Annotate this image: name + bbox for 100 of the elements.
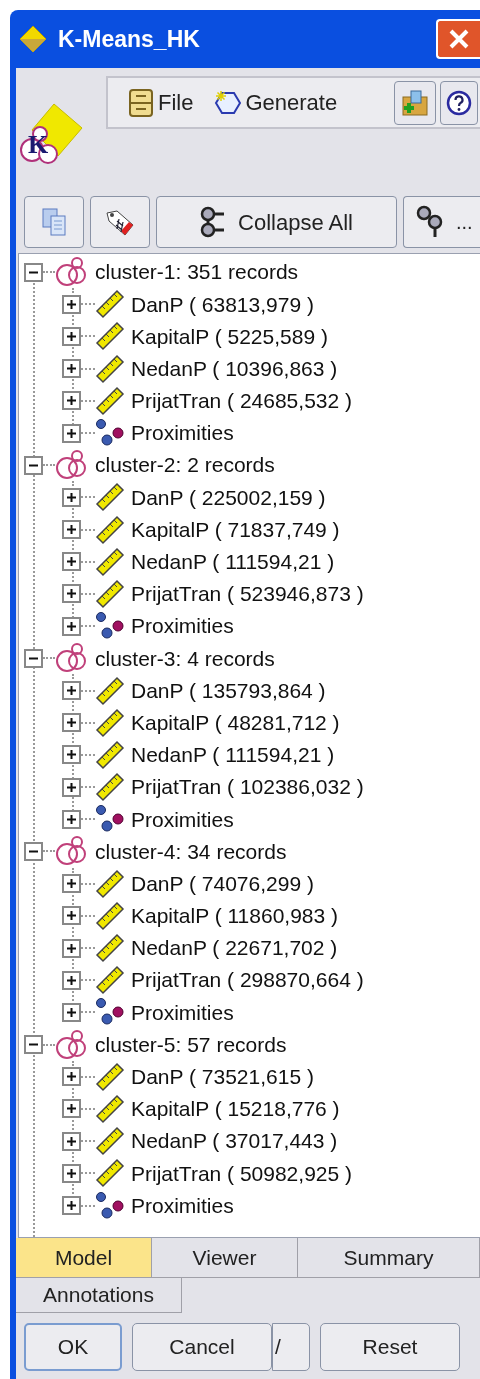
plus-icon <box>66 588 77 600</box>
cluster-label[interactable]: cluster-1: 351 records <box>95 256 299 288</box>
field-label[interactable]: PrijatTran ( 24685,532 ) <box>131 385 352 417</box>
proximities-label[interactable]: Proximities <box>131 610 234 642</box>
collapse-toggle[interactable] <box>24 1035 43 1055</box>
field-label[interactable]: DanP ( 73521,615 ) <box>131 1061 314 1093</box>
field-label[interactable]: DanP ( 225002,159 ) <box>131 481 326 514</box>
field-label[interactable]: NedanP ( 37017,443 ) <box>131 1125 338 1157</box>
diamond-icon <box>18 24 48 54</box>
dialog-button[interactable]: OK <box>24 1323 122 1371</box>
plus-icon <box>66 974 77 986</box>
ruler-icon <box>95 514 125 545</box>
field-label[interactable]: DanP ( 135793,864 ) <box>131 674 326 707</box>
expand-toggle[interactable] <box>62 713 81 733</box>
tag-button[interactable] <box>90 196 150 248</box>
dialog-button[interactable]: Cancel <box>132 1323 272 1371</box>
plus-icon <box>66 1135 77 1147</box>
dots-icon <box>95 611 125 642</box>
more-button[interactable]: ... <box>403 196 480 248</box>
expand-toggle[interactable] <box>62 681 81 701</box>
field-label[interactable]: NedanP ( 111594,21 ) <box>131 546 335 578</box>
proximities-label[interactable]: Proximities <box>131 803 234 836</box>
ruler-icon <box>95 1126 125 1157</box>
expand-toggle[interactable] <box>62 1163 81 1183</box>
expand-toggle[interactable] <box>62 745 81 765</box>
dots-icon <box>95 1190 125 1221</box>
ruler-icon <box>95 1093 125 1124</box>
ruler-icon <box>95 385 125 416</box>
copy-button[interactable] <box>24 196 84 248</box>
expand-toggle[interactable] <box>62 391 81 411</box>
tab[interactable]: Annotations <box>16 1278 182 1313</box>
ruler-icon <box>95 353 125 384</box>
field-label[interactable]: PrijatTran ( 50982,925 ) <box>131 1157 352 1190</box>
tab[interactable]: Model <box>16 1238 152 1277</box>
expand-toggle[interactable] <box>62 584 81 604</box>
cluster-label[interactable]: cluster-5: 57 records <box>95 1028 287 1061</box>
expand-toggle[interactable] <box>62 294 81 314</box>
expand-toggle[interactable] <box>62 1196 81 1216</box>
field-label[interactable]: KapitalP ( 5225,589 ) <box>131 320 328 353</box>
field-label[interactable]: NedanP ( 22671,702 ) <box>131 932 338 964</box>
plus-icon <box>66 781 77 793</box>
plus-icon <box>66 1200 77 1212</box>
help-button[interactable] <box>440 80 478 125</box>
expand-toggle[interactable] <box>62 1002 81 1022</box>
expand-toggle[interactable] <box>62 777 81 797</box>
ruler-icon <box>95 965 125 996</box>
expand-toggle[interactable] <box>62 487 81 507</box>
plus-icon <box>66 685 77 697</box>
collapse-toggle[interactable] <box>24 455 43 475</box>
expand-toggle[interactable] <box>62 423 81 443</box>
close-icon <box>447 27 471 51</box>
expand-toggle[interactable] <box>62 906 81 926</box>
menu-item[interactable]: File <box>128 86 194 119</box>
plus-icon <box>66 813 77 825</box>
field-label[interactable]: DanP ( 63813,979 ) <box>131 288 314 321</box>
field-label[interactable]: KapitalP ( 15218,776 ) <box>131 1093 340 1125</box>
menu-item[interactable]: Generate <box>213 86 338 119</box>
cluster-label[interactable]: cluster-4: 34 records <box>95 835 287 868</box>
plus-icon <box>66 749 77 761</box>
expand-toggle[interactable] <box>62 809 81 829</box>
dialog-button[interactable]: Reset <box>320 1323 460 1371</box>
ruler-icon <box>95 675 125 706</box>
dots-icon <box>95 997 125 1028</box>
expand-toggle[interactable] <box>62 874 81 894</box>
expand-toggle[interactable] <box>62 938 81 958</box>
expand-toggle[interactable] <box>62 1099 81 1119</box>
field-label[interactable]: PrijatTran ( 523946,873 ) <box>131 578 364 610</box>
expand-toggle[interactable] <box>62 616 81 636</box>
close-button[interactable] <box>436 19 480 59</box>
collapse-all-button[interactable]: Collapse All <box>156 196 397 248</box>
field-label[interactable]: PrijatTran ( 298870,664 ) <box>131 964 364 996</box>
ruler-icon <box>95 546 125 577</box>
partial-button[interactable]: / <box>272 1323 310 1371</box>
expand-toggle[interactable] <box>62 1131 81 1151</box>
collapse-toggle[interactable] <box>24 648 43 668</box>
dots-icon <box>95 418 125 449</box>
proximities-label[interactable]: Proximities <box>131 996 234 1029</box>
plus-icon <box>66 491 77 503</box>
proximities-label[interactable]: Proximities <box>131 417 234 449</box>
expand-toggle[interactable] <box>62 1067 81 1087</box>
field-label[interactable]: NedanP ( 111594,21 ) <box>131 739 335 771</box>
field-label[interactable]: KapitalP ( 48281,712 ) <box>131 706 340 739</box>
ruler-icon <box>95 900 125 931</box>
collapse-toggle[interactable] <box>24 262 43 282</box>
help-icon <box>446 89 472 116</box>
field-label[interactable]: NedanP ( 10396,863 ) <box>131 352 338 385</box>
field-label[interactable]: KapitalP ( 11860,983 ) <box>131 900 339 932</box>
cluster-label[interactable]: cluster-2: 2 records <box>95 449 275 481</box>
expand-toggle[interactable] <box>62 520 81 540</box>
expand-toggle[interactable] <box>62 552 81 572</box>
expand-toggle[interactable] <box>62 970 81 990</box>
field-label[interactable]: PrijatTran ( 102386,032 ) <box>131 771 364 803</box>
cluster-label[interactable]: cluster-3: 4 records <box>95 642 275 675</box>
field-label[interactable]: DanP ( 74076,299 ) <box>131 867 314 900</box>
field-label[interactable]: KapitalP ( 71837,749 ) <box>131 513 340 546</box>
collapse-toggle[interactable] <box>24 841 43 861</box>
expand-toggle[interactable] <box>62 326 81 346</box>
plus-icon <box>66 910 77 922</box>
proximities-label[interactable]: Proximities <box>131 1189 234 1222</box>
expand-toggle[interactable] <box>62 359 81 379</box>
